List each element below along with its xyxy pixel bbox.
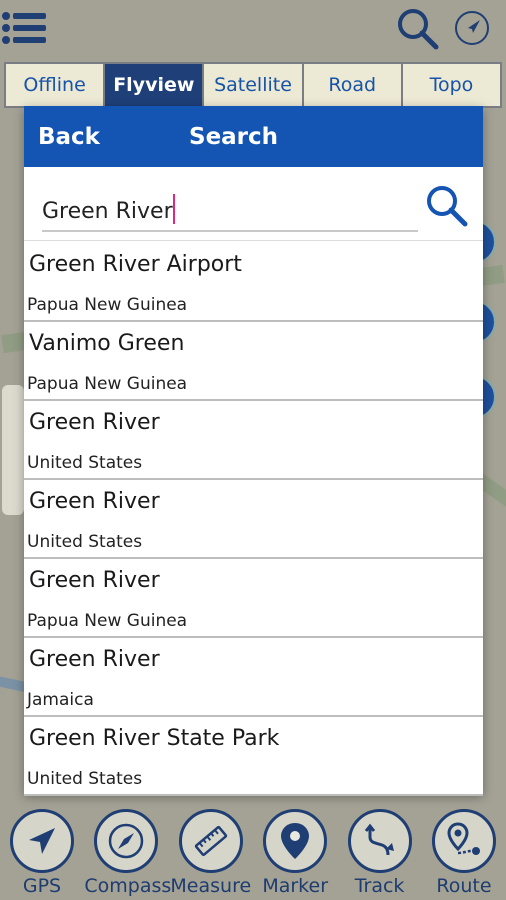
zoom-scale-bar bbox=[2, 385, 24, 515]
search-icon[interactable] bbox=[424, 183, 470, 229]
result-name: Green River bbox=[29, 568, 160, 593]
tool-label: Marker bbox=[262, 875, 329, 897]
track-button[interactable]: Track bbox=[338, 805, 422, 900]
result-country: United States bbox=[27, 453, 143, 473]
dialog-title: Search bbox=[189, 123, 279, 150]
navigation-arrow-icon[interactable] bbox=[452, 8, 492, 48]
route-pin-icon bbox=[431, 809, 496, 873]
tab-offline[interactable]: Offline bbox=[4, 62, 104, 108]
result-name: Green River State Park bbox=[29, 726, 280, 751]
result-name: Vanimo Green bbox=[29, 331, 185, 356]
text-caret bbox=[173, 194, 175, 224]
tool-label: Measure bbox=[170, 875, 252, 897]
hamburger-menu-icon[interactable] bbox=[0, 10, 48, 46]
bottom-toolbar: GPS Compass Measure Marker Track Route bbox=[0, 805, 506, 900]
result-name: Green River Airport bbox=[29, 252, 242, 277]
result-country: Jamaica bbox=[27, 690, 94, 710]
list-item[interactable]: Green River United States bbox=[24, 480, 483, 559]
ruler-icon bbox=[178, 809, 243, 873]
navigation-arrow-icon bbox=[10, 809, 74, 873]
tool-label: Track bbox=[354, 875, 405, 897]
result-country: United States bbox=[27, 532, 143, 552]
tab-flyview[interactable]: Flyview bbox=[103, 62, 203, 108]
map-pin-icon bbox=[263, 809, 328, 873]
back-button[interactable]: Back bbox=[24, 124, 184, 150]
tab-topo[interactable]: Topo bbox=[400, 62, 503, 108]
result-country: Papua New Guinea bbox=[27, 295, 188, 315]
result-name: Green River bbox=[29, 489, 160, 514]
search-icon[interactable] bbox=[395, 6, 441, 52]
result-name: Green River bbox=[29, 647, 160, 672]
tool-label: Compass bbox=[84, 875, 172, 897]
marker-button[interactable]: Marker bbox=[253, 805, 337, 900]
tab-satellite[interactable]: Satellite bbox=[202, 62, 302, 108]
search-row bbox=[24, 167, 483, 241]
tab-road[interactable]: Road bbox=[301, 62, 401, 108]
dialog-header: Back Search bbox=[24, 106, 483, 167]
list-item[interactable]: Green River State Park United States bbox=[24, 717, 483, 796]
list-item[interactable]: Vanimo Green Papua New Guinea bbox=[24, 322, 483, 401]
track-path-icon bbox=[347, 809, 412, 873]
list-item[interactable]: Green River Jamaica bbox=[24, 638, 483, 717]
compass-button[interactable]: Compass bbox=[84, 805, 172, 900]
map-type-tabs: Offline Flyview Satellite Road Topo bbox=[4, 62, 503, 108]
search-results-list: Green River Airport Papua New Guinea Van… bbox=[24, 243, 483, 796]
search-input[interactable] bbox=[42, 192, 418, 232]
gps-button[interactable]: GPS bbox=[0, 805, 84, 900]
route-button[interactable]: Route bbox=[422, 805, 506, 900]
list-item[interactable]: Green River Airport Papua New Guinea bbox=[24, 243, 483, 322]
result-name: Green River bbox=[29, 410, 160, 435]
list-item[interactable]: Green River United States bbox=[24, 401, 483, 480]
top-bar bbox=[0, 0, 506, 58]
tool-label: GPS bbox=[22, 875, 62, 897]
search-dialog: Back Search Green River Airport Papua Ne… bbox=[24, 106, 483, 796]
result-country: United States bbox=[27, 769, 143, 789]
compass-icon bbox=[94, 809, 159, 873]
measure-button[interactable]: Measure bbox=[169, 805, 253, 900]
list-item[interactable]: Green River Papua New Guinea bbox=[24, 559, 483, 638]
tool-label: Route bbox=[436, 875, 492, 897]
result-country: Papua New Guinea bbox=[27, 611, 188, 631]
result-country: Papua New Guinea bbox=[27, 374, 188, 394]
